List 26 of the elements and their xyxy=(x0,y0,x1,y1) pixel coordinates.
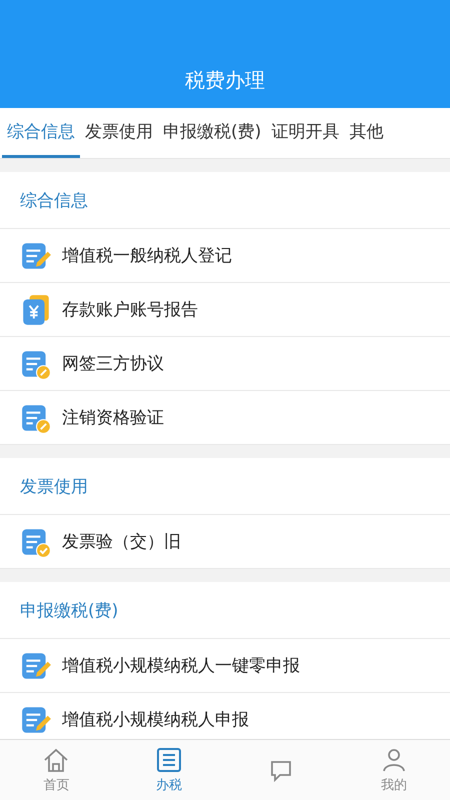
service-label: 网签三方协议 xyxy=(62,353,164,375)
yuan-card-icon xyxy=(20,294,52,326)
section-title: 申报缴税(费) xyxy=(0,582,450,639)
page-title: 税费办理 xyxy=(185,67,265,94)
section-title: 发票使用 xyxy=(0,458,450,515)
service-label: 增值税小规模纳税人申报 xyxy=(62,709,249,731)
category-tab[interactable]: 证明开具 xyxy=(266,108,344,158)
service-item[interactable]: 发票验（交）旧 xyxy=(0,515,450,569)
list-icon xyxy=(154,746,183,774)
category-tab[interactable]: 其他 xyxy=(344,108,388,158)
service-label: 发票验（交）旧 xyxy=(62,531,181,553)
service-item[interactable]: 增值税小规模纳税人一键零申报 xyxy=(0,639,450,693)
service-label: 增值税一般纳税人登记 xyxy=(62,245,232,267)
category-tab[interactable]: 发票使用 xyxy=(80,108,158,158)
nav-tab[interactable]: 办税 xyxy=(112,740,225,800)
service-item[interactable]: 网签三方协议 xyxy=(0,337,450,391)
home-icon xyxy=(42,746,70,774)
service-item[interactable]: 增值税一般纳税人登记 xyxy=(0,229,450,283)
category-tab[interactable]: 申报缴税(费) xyxy=(158,108,266,158)
service-label: 增值税小规模纳税人一键零申报 xyxy=(62,655,300,677)
service-label: 存款账户账号报告 xyxy=(62,299,198,321)
section-title: 综合信息 xyxy=(0,172,450,229)
service-item[interactable]: 注销资格验证 xyxy=(0,391,450,445)
service-label: 注销资格验证 xyxy=(62,407,164,429)
category-tab[interactable]: 综合信息 xyxy=(2,108,80,158)
service-item[interactable]: 存款账户账号报告 xyxy=(0,283,450,337)
